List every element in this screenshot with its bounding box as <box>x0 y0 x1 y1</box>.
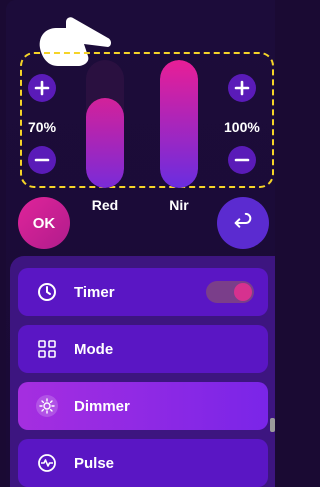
light-control-screen: 70% Red Nir 100% OK Timer Mode Dimmer Pu… <box>6 0 275 487</box>
pulse-icon <box>36 452 58 474</box>
undo-icon <box>234 212 252 228</box>
timer-toggle[interactable] <box>206 281 254 303</box>
red-slider-fill <box>86 98 124 188</box>
feature-menu: Timer Mode Dimmer Pulse <box>10 256 275 487</box>
nir-increase-button[interactable] <box>228 74 256 102</box>
plus-icon <box>34 80 50 96</box>
sun-icon <box>36 395 58 417</box>
menu-item-label: Pulse <box>74 454 115 472</box>
nir-decrease-button[interactable] <box>228 146 256 174</box>
toggle-knob <box>234 283 252 301</box>
scrollbar-thumb[interactable] <box>270 418 275 432</box>
nir-slider-fill <box>160 60 198 188</box>
menu-item-mode[interactable]: Mode <box>18 325 268 373</box>
red-percent: 70% <box>28 119 57 135</box>
menu-item-label: Timer <box>74 283 115 301</box>
menu-item-label: Dimmer <box>74 397 130 415</box>
back-button[interactable] <box>217 197 269 249</box>
menu-item-label: Mode <box>74 340 114 358</box>
nir-label: Nir <box>169 197 189 213</box>
menu-item-timer[interactable]: Timer <box>18 268 268 316</box>
red-slider[interactable] <box>86 60 124 188</box>
red-decrease-button[interactable] <box>28 146 56 174</box>
ok-button[interactable]: OK <box>18 197 70 249</box>
nir-slider[interactable] <box>160 60 198 188</box>
clock-icon <box>36 281 58 303</box>
plus-icon <box>234 80 250 96</box>
grid-icon <box>36 338 58 360</box>
menu-item-dimmer[interactable]: Dimmer <box>18 382 268 430</box>
minus-icon <box>34 158 50 162</box>
nir-percent: 100% <box>224 119 260 135</box>
red-increase-button[interactable] <box>28 74 56 102</box>
minus-icon <box>234 158 250 162</box>
red-label: Red <box>91 197 119 213</box>
menu-item-pulse[interactable]: Pulse <box>18 439 268 487</box>
